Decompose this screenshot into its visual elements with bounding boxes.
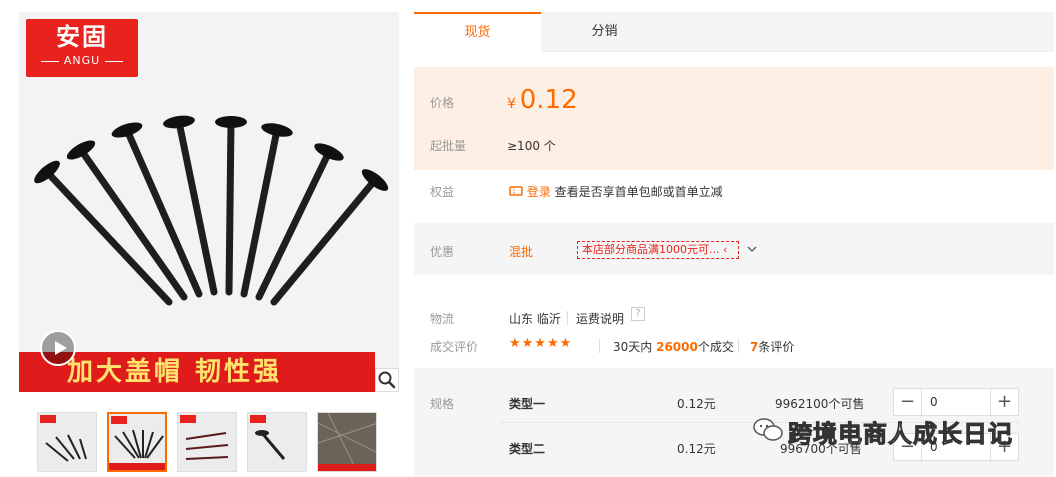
deals-count: 26000: [656, 340, 698, 354]
thumbnail-2[interactable]: [107, 412, 167, 472]
brand-logo-en: ANGU: [26, 53, 138, 69]
play-video-icon[interactable]: [40, 330, 76, 366]
moq-value: ≥100 个: [507, 139, 556, 153]
tab-bar: 现货 分销: [414, 12, 1054, 52]
origin-location: 山东 临沂: [509, 312, 561, 326]
thumbnail-1[interactable]: [37, 412, 97, 472]
days-text: 30天内: [613, 340, 653, 354]
separator: [567, 311, 568, 325]
benefits-label: 权益: [430, 185, 455, 199]
wechat-icon: [753, 418, 783, 441]
price-panel: 价格 ¥ 0.12 起批量 ≥100 个: [414, 67, 1054, 170]
stars-icon: ★★★★★: [509, 336, 573, 351]
review-summary[interactable]: 7条评价: [750, 338, 794, 355]
brand-logo: 安固 ANGU: [26, 19, 138, 77]
coupon-badge[interactable]: 本店部分商品满1000元可... ‹: [577, 241, 739, 259]
tab-distribution[interactable]: 分销: [541, 12, 668, 52]
moq-label: 起批量: [430, 139, 467, 153]
separator: [738, 339, 739, 353]
price-value: ¥ 0.12: [507, 85, 578, 115]
spec-stock: 9962100个可售: [775, 397, 865, 411]
spec-label: 规格: [430, 397, 455, 411]
main-product-image[interactable]: 安固 ANGU 加大盖帽 韧性强: [19, 12, 399, 392]
spec-price: 0.12元: [677, 397, 716, 411]
deals-suffix: 个成交: [697, 340, 734, 354]
currency-symbol: ¥: [507, 96, 516, 112]
zoom-button[interactable]: [375, 368, 399, 392]
chevron-down-icon[interactable]: [746, 246, 758, 254]
shipping-info-link[interactable]: 运费说明: [576, 310, 624, 327]
login-link[interactable]: 登录: [527, 185, 551, 199]
deals-summary: 30天内 26000个成交: [613, 338, 734, 355]
spec-name: 类型二: [509, 442, 546, 456]
watermark-text: 跨境电商人成长日记: [788, 420, 1013, 449]
tab-in-stock[interactable]: 现货: [414, 12, 541, 52]
promo-label: 优惠: [430, 245, 455, 259]
watermark: 跨境电商人成长日记: [752, 412, 1042, 449]
coupon-icon: [509, 186, 523, 196]
separator: [599, 339, 600, 353]
star-rating: ★★★★★: [509, 336, 572, 351]
banner-text: 加大盖帽 韧性强: [67, 357, 283, 387]
benefits-text: 查看是否享首单包邮或首单立减: [554, 185, 723, 199]
help-icon[interactable]: ?: [631, 307, 645, 321]
magnifier-icon: [378, 371, 396, 389]
review-suffix: 条评价: [758, 340, 795, 354]
reviews-label: 成交评价: [430, 340, 479, 354]
thumbnail-5[interactable]: [317, 412, 377, 472]
logistics-label: 物流: [430, 312, 455, 326]
price-label: 价格: [430, 96, 455, 110]
spec-name: 类型一: [509, 397, 546, 411]
thumbnail-4[interactable]: [247, 412, 307, 472]
promo-tag: 混批: [509, 245, 534, 259]
benefits-row: 登录 查看是否享首单包邮或首单立减: [509, 183, 723, 200]
price-number: 0.12: [519, 85, 578, 115]
spec-price: 0.12元: [677, 442, 716, 456]
thumbnail-3[interactable]: [177, 412, 237, 472]
brand-logo-cn: 安固: [56, 23, 108, 51]
